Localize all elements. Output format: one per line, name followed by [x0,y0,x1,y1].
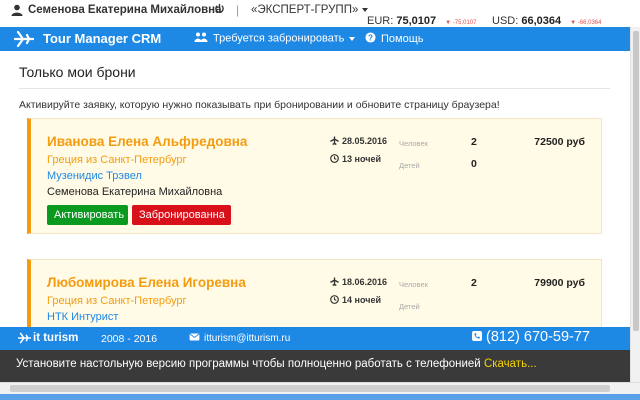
client-name[interactable]: Иванова Елена Альфредовна [47,134,247,149]
plane-logo-icon[interactable] [13,30,35,50]
usd-change-value: -66,0364 [577,20,602,26]
people-count: 2 [471,277,477,289]
scrollbar-thumb[interactable] [633,31,639,331]
download-link[interactable]: Скачать... [484,358,537,370]
nights-value: 13 ночей [342,154,381,164]
eur-label: EUR: [367,15,394,27]
main-content: Только мои брони Активируйте заявку, кот… [0,51,630,327]
plane-icon [330,136,339,147]
user-bar: Семенова Екатерина Михайловна | «ЭКСПЕРТ… [0,0,640,27]
footer-phone[interactable]: (812) 670-59-77 [472,329,590,345]
activate-button[interactable]: Активировать [47,205,128,225]
eur-change: ▼ -75,0107 [445,20,477,26]
nav-book-dropdown[interactable]: Требуется забронировать [194,32,356,45]
svg-text:?: ? [368,33,373,42]
clock-icon [330,154,339,165]
nav-help-link[interactable]: ? Помощь [365,32,424,46]
install-text: Установите настольную версию программы ч… [16,358,481,370]
tour-operator[interactable]: НТК Интурист [47,311,118,323]
hint-text: Активируйте заявку, которую нужно показы… [19,99,500,111]
nav-book-label: Требуется забронировать [213,32,345,45]
booking-card[interactable]: Иванова Елена Альфредовна Греция из Санк… [27,118,602,234]
eur-rate: EUR: 75,0107 ▼ -75,0107 [367,15,476,27]
people-label: Человек [399,280,428,289]
eur-value: 75,0107 [396,15,437,27]
brand-title[interactable]: Tour Manager CRM [43,31,161,46]
user-icon [11,4,23,19]
usd-change: ▼ -66,0364 [570,20,602,26]
kids-count: 0 [471,158,477,170]
envelope-icon [189,333,200,344]
tour-price: 72500 руб [534,136,585,148]
nights-count: 13 ночей [330,154,381,165]
plane-icon [330,277,339,288]
departure-date: 28.05.2016 [330,136,387,147]
usd-label: USD: [492,15,519,27]
vertical-scrollbar[interactable] [630,27,640,382]
users-icon [194,32,208,45]
nights-count: 14 ночей [330,295,381,306]
footer-phone-number: (812) 670-59-77 [486,329,590,345]
eur-change-value: -75,0107 [452,20,477,26]
usd-value: 66,0364 [521,15,562,27]
question-circle-icon: ? [365,32,376,46]
footer: it turism 2008 - 2016 itturism@itturism.… [0,327,630,350]
people-count: 2 [471,136,477,148]
footer-email[interactable]: itturism@itturism.ru [189,333,290,344]
departure-date-value: 28.05.2016 [342,136,388,146]
departure-date-value: 18.06.2016 [342,277,388,287]
clock-icon [330,295,339,306]
separator: | [236,3,240,17]
destination: Греция из Санкт-Петербург [47,154,187,166]
agency-name: «ЭКСПЕРТ-ГРУПП» [251,4,359,16]
destination: Греция из Санкт-Петербург [47,295,187,307]
kids-label: Детей [399,302,420,311]
agency-dropdown[interactable]: «ЭКСПЕРТ-ГРУПП» [251,4,369,16]
page: Семенова Екатерина Михайловна | «ЭКСПЕРТ… [0,0,640,400]
booked-button[interactable]: Забронированна [132,205,231,225]
taskbar-strip [0,394,640,400]
footer-email-address: itturism@itturism.ru [204,333,291,345]
departure-date: 18.06.2016 [330,277,387,288]
install-notice: Установите настольную версию программы ч… [0,350,630,382]
usd-rate: USD: 66,0364 ▼ -66,0364 [492,15,601,27]
power-icon[interactable] [214,3,225,17]
plane-logo-icon [17,332,32,347]
navbar: Tour Manager CRM Требуется забронировать… [0,27,630,51]
scrollbar-thumb[interactable] [10,385,610,392]
phone-icon [472,329,482,345]
nights-value: 14 ночей [342,295,381,305]
tour-operator[interactable]: Музенидис Трэвел [47,170,142,182]
install-message: Установите настольную версию программы ч… [16,358,537,370]
nav-help-label: Помощь [381,32,424,45]
kids-label: Детей [399,161,420,170]
tour-price: 79900 руб [534,277,585,289]
chevron-down-icon [362,7,369,12]
booking-card[interactable]: Любомирова Елена Игоревна Греция из Санк… [27,259,602,327]
page-title: Только мои брони [19,64,136,80]
manager-name: Семенова Екатерина Михайловна [47,186,223,198]
people-label: Человек [399,139,428,148]
footer-years: 2008 - 2016 [101,333,158,345]
current-user-name[interactable]: Семенова Екатерина Михайловна [28,4,222,16]
divider [19,88,610,89]
footer-brand: it turism [33,332,79,344]
client-name[interactable]: Любомирова Елена Игоревна [47,275,246,290]
horizontal-scrollbar[interactable] [0,382,640,394]
chevron-down-icon [349,36,356,41]
